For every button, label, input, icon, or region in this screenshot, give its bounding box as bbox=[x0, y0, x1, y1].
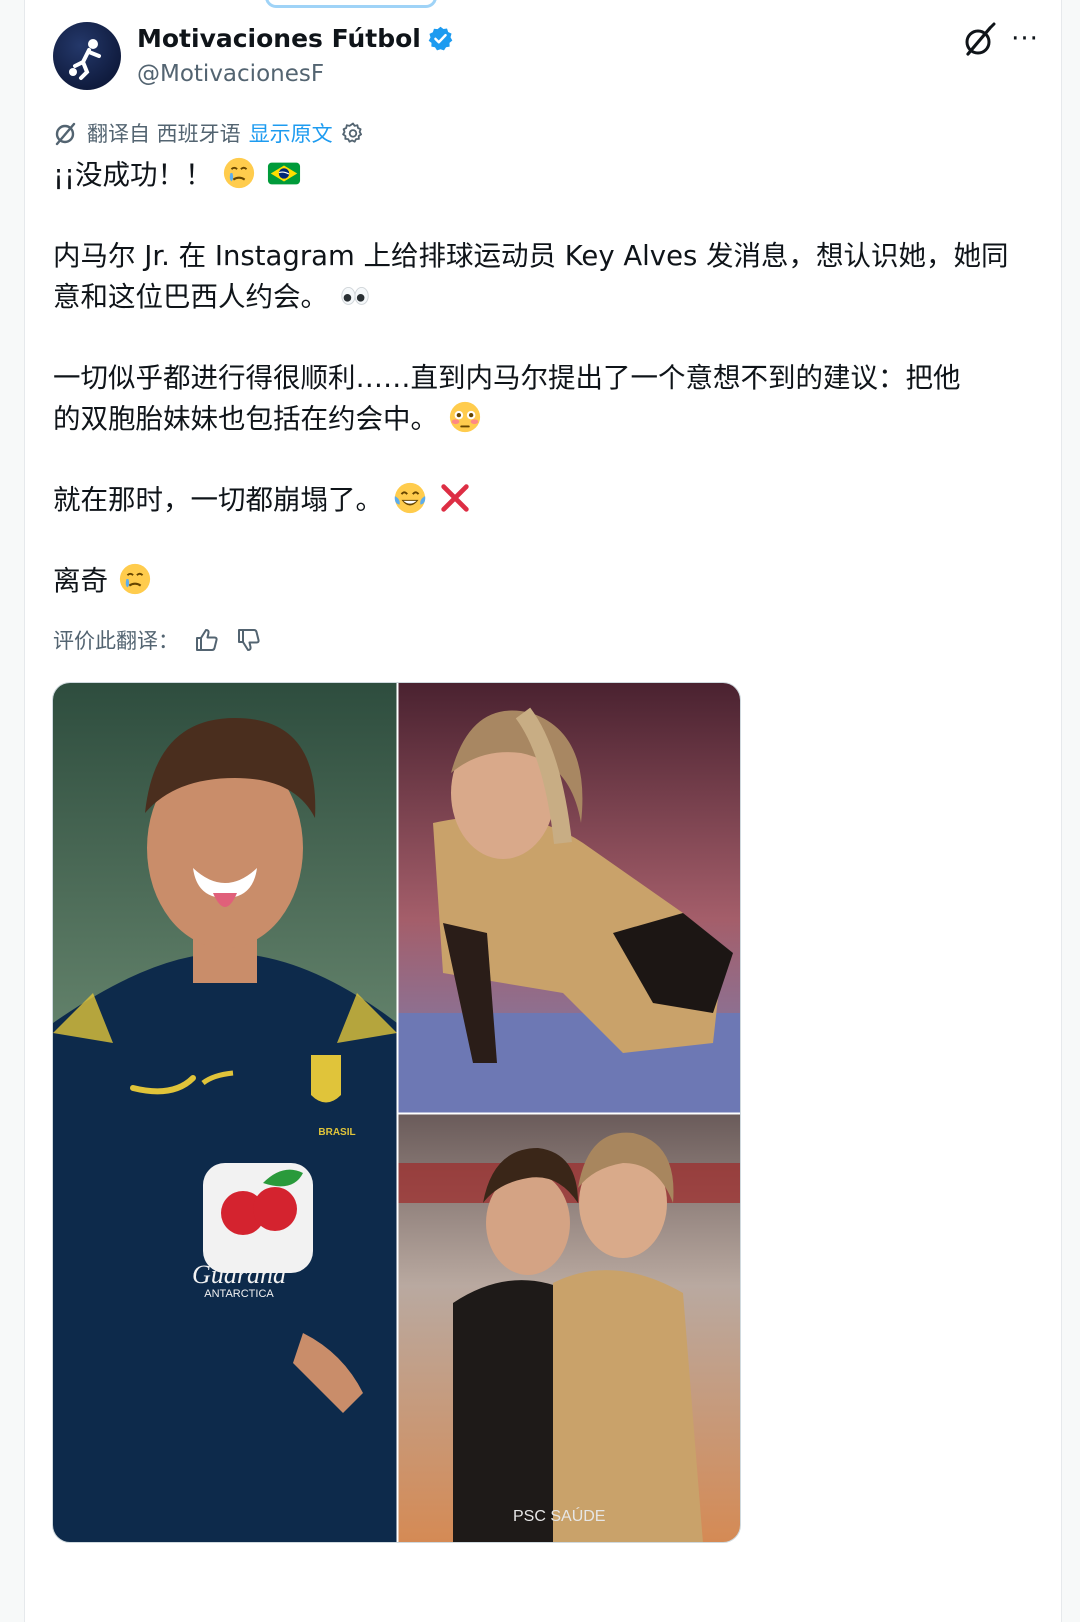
verified-badge-icon bbox=[428, 26, 453, 51]
translate-icon bbox=[55, 122, 76, 146]
grok-icon[interactable] bbox=[960, 22, 998, 60]
tweet-line-4: 就在那时，一切都崩塌了。 bbox=[53, 480, 1035, 521]
rate-translation-label: 评价此翻译： bbox=[53, 629, 179, 653]
tweet-text-line-4: 就在那时，一切都崩塌了。 bbox=[53, 484, 383, 516]
media-photo-top-right bbox=[398, 683, 740, 1113]
tweet-line-2: 内马尔 Jr. 在 Instagram 上给排球运动员 Key Alves 发消… bbox=[53, 236, 1035, 277]
tweet-text-line-1: ¡¡没成功！！ bbox=[53, 159, 213, 191]
thumbs-down-icon[interactable] bbox=[235, 626, 263, 654]
tweet-text-line-2b: 意和这位巴西人约会。 bbox=[53, 281, 328, 313]
display-name[interactable]: Motivaciones Fútbol bbox=[137, 24, 454, 53]
crying-face-emoji-icon bbox=[224, 157, 255, 189]
tweet-text-line-3b: 的双胞胎妹妹也包括在约会中。 bbox=[53, 403, 438, 435]
thumbs-up-icon[interactable] bbox=[193, 626, 221, 654]
tweet-line-3b: 的双胞胎妹妹也包括在约会中。 bbox=[53, 399, 1035, 440]
crying-face-emoji-icon-2 bbox=[119, 563, 150, 595]
show-original-link[interactable]: 显示原文 bbox=[249, 118, 333, 148]
more-icon[interactable]: ··· bbox=[1005, 24, 1045, 58]
sponsor-text: Guaraná bbox=[192, 1260, 286, 1289]
brazil-flag-icon bbox=[268, 162, 301, 185]
media-photo-left: Guaraná ANTARCTICA BRASIL bbox=[53, 683, 397, 1542]
media-collage: Guaraná ANTARCTICA BRASIL PSC SAÚDE bbox=[53, 683, 740, 1542]
handle[interactable]: @MotivacionesF bbox=[137, 61, 324, 87]
rate-translation: 评价此翻译： bbox=[53, 625, 263, 655]
avatar[interactable] bbox=[53, 22, 121, 90]
flushed-face-emoji-icon bbox=[449, 401, 480, 433]
tweet-text-line-2a: 内马尔 Jr. 在 Instagram 上给排球运动员 Key Alves 发消… bbox=[53, 240, 1009, 272]
tweet-text: ¡¡没成功！！ 内马尔 Jr. 在 Instagram 上给排球运动员 Key … bbox=[53, 155, 1035, 602]
top-pill[interactable] bbox=[265, 0, 437, 8]
tweet-text-line-3a: 一切似乎都进行得很顺利……直到内马尔提出了一个意想不到的建议：把他 bbox=[53, 362, 961, 394]
cross-mark-emoji-icon bbox=[440, 484, 469, 512]
tweet-text-line-5: 离奇 bbox=[53, 565, 108, 597]
tweet-line-5: 离奇 bbox=[53, 561, 1035, 602]
media-photo-bottom-right: PSC SAÚDE bbox=[398, 1114, 740, 1542]
settings-icon[interactable] bbox=[341, 121, 365, 145]
crest-text: BRASIL bbox=[318, 1127, 355, 1138]
tweet-media[interactable]: Guaraná ANTARCTICA BRASIL PSC SAÚDE bbox=[52, 682, 741, 1543]
display-name-text[interactable]: Motivaciones Fútbol bbox=[137, 24, 421, 53]
tweet-line-1: ¡¡没成功！！ bbox=[53, 155, 1035, 196]
tweet-line-2b: 意和这位巴西人约会。 bbox=[53, 277, 1035, 318]
tweet-line-3: 一切似乎都进行得很顺利……直到内马尔提出了一个意想不到的建议：把他 bbox=[53, 358, 1035, 399]
translation-bar: 翻译自 西班牙语 显示原文 bbox=[53, 118, 365, 148]
tears-of-joy-emoji-icon bbox=[394, 482, 425, 514]
eyes-emoji-icon bbox=[341, 286, 369, 305]
sponsor-sub-text: ANTARCTICA bbox=[204, 1288, 274, 1300]
translation-label: 翻译自 西班牙语 bbox=[87, 122, 241, 146]
avatar-logo-icon bbox=[69, 39, 101, 80]
shorts-sponsor-text: PSC SAÚDE bbox=[513, 1506, 605, 1525]
